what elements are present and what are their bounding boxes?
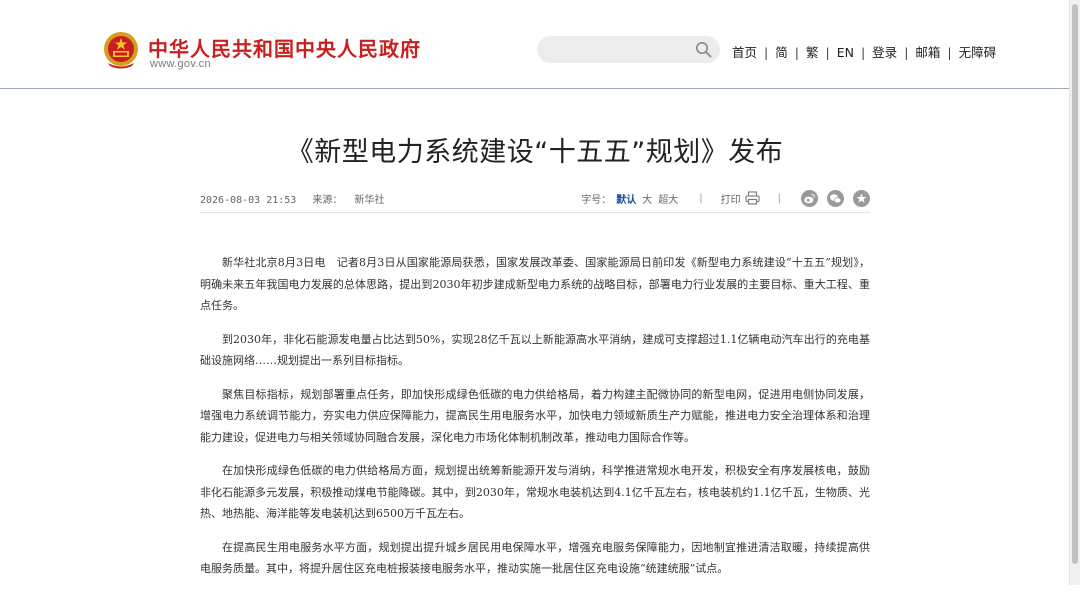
article-paragraph: 在提高民生用电服务水平方面，规划提出提升城乡居民用电保障水平，增强充电服务保障能… <box>200 540 870 576</box>
font-size-xlarge[interactable]: 超大 <box>658 191 678 206</box>
font-size-large[interactable]: 大 <box>642 191 652 206</box>
wechat-icon <box>830 193 842 203</box>
article-body: 新华社北京8月3日电 记者8月3日从国家能源局获悉，国家发展改革委、国家能源局日… <box>200 252 870 592</box>
print-button[interactable]: 打印 <box>721 191 760 206</box>
tool-separator: | <box>699 192 703 204</box>
source-name: 新华社 <box>354 195 385 206</box>
nav-traditional[interactable]: 繁 <box>806 45 819 60</box>
top-nav: 首页 | 简 | 繁 | EN | 登录 | 邮箱 | 无障碍 <box>732 42 996 61</box>
national-emblem-icon[interactable] <box>102 30 140 70</box>
article-tools: 字号： 默认 大 超大 | 打印 | <box>581 188 870 208</box>
weibo-icon <box>804 193 815 203</box>
nav-simplified[interactable]: 简 <box>775 45 788 60</box>
article-meta: 2026-08-03 21:53 来源： 新华社 字号： 默认 大 超大 | 打… <box>200 188 870 213</box>
article-paragraph: 到2030年，非化石能源发电量占比达到50%，实现28亿千瓦以上新能源高水平消纳… <box>200 332 870 368</box>
favorite-button[interactable] <box>853 189 870 207</box>
print-label: 打印 <box>720 194 741 206</box>
nav-login[interactable]: 登录 <box>872 45 897 60</box>
share-wechat-button[interactable] <box>827 189 844 207</box>
source-label: 来源： <box>312 195 343 206</box>
nav-home[interactable]: 首页 <box>732 45 757 60</box>
nav-separator: | <box>860 45 866 60</box>
printer-icon <box>745 191 760 205</box>
search-box <box>537 36 720 63</box>
publish-date: 2026-08-03 21:53 <box>200 195 297 206</box>
share-weibo-button[interactable] <box>801 189 818 207</box>
nav-mailbox[interactable]: 邮箱 <box>915 45 940 60</box>
article-paragraph: 聚焦目标指标，规划部署重点任务，即加快形成绿色低碳的电力供给格局，着力构建主配微… <box>200 387 870 444</box>
nav-english[interactable]: EN <box>837 45 854 60</box>
nav-separator: | <box>947 45 952 60</box>
article-title: 《新型电力系统建设“十五五”规划》发布 <box>286 137 784 168</box>
tool-separator: | <box>777 192 781 204</box>
search-icon[interactable] <box>695 41 712 58</box>
site-domain[interactable]: www.gov.cn <box>150 58 211 70</box>
article-info: 2026-08-03 21:53 来源： 新华社 <box>200 191 384 206</box>
site-header: 中华人民共和国中央人民政府 www.gov.cn 首页 | 简 | 繁 | EN | 登录 | 邮箱… <box>0 0 1070 89</box>
nav-separator: | <box>764 45 769 60</box>
search-input[interactable] <box>549 40 693 61</box>
vertical-scrollbar[interactable] <box>1069 0 1080 585</box>
nav-separator: | <box>794 45 799 60</box>
nav-separator: | <box>825 45 830 60</box>
article-paragraph: 新华社北京8月3日电 记者8月3日从国家能源局获悉，国家发展改革委、国家能源局日… <box>200 256 870 312</box>
article-paragraph: 在加快形成绿色低碳的电力供给格局方面，规划提出统筹新能源开发与消纳，科学推进常规… <box>200 464 870 520</box>
favorite-icon <box>856 193 867 203</box>
nav-accessibility[interactable]: 无障碍 <box>959 45 997 60</box>
scrollbar-thumb[interactable] <box>1072 4 1078 564</box>
font-size-label: 字号： <box>581 194 612 206</box>
nav-separator: | <box>904 45 909 60</box>
font-size-default[interactable]: 默认 <box>616 191 636 206</box>
